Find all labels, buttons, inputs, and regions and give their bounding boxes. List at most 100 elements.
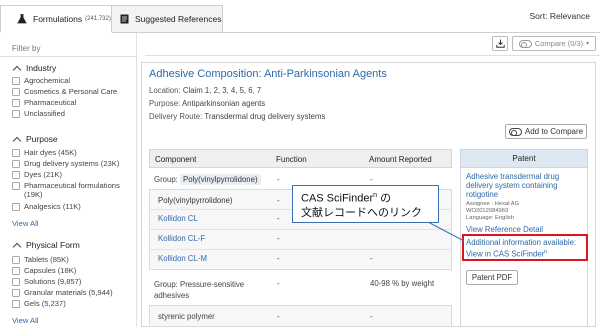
section-physical-form[interactable]: Physical Form [12, 240, 80, 251]
group-amount: 40-98 % by weight [370, 279, 435, 288]
checkbox[interactable] [12, 76, 20, 85]
component-function: - [277, 196, 280, 205]
add-to-compare-button[interactable]: Add to Compare [505, 124, 587, 139]
filter-option[interactable]: Hair dyes (45K) [12, 148, 136, 157]
checkbox[interactable] [12, 255, 20, 264]
tab-suggested-references[interactable]: Suggested References [112, 5, 223, 33]
view-all-purpose-link[interactable]: View All [12, 219, 38, 228]
chevron-up-icon [12, 65, 22, 74]
column-component: Component [155, 155, 197, 164]
checkbox[interactable] [12, 170, 20, 179]
chevron-up-icon [12, 136, 22, 145]
download-icon [495, 39, 505, 48]
filter-option[interactable]: Pharmaceutical formulations (19K) [12, 181, 136, 199]
component-table-header: Component Function Amount Reported [149, 149, 452, 168]
component-link[interactable]: Kollidon CL-M [158, 254, 207, 263]
purpose-line: Purpose: Antiparkinsonian agents [149, 99, 265, 108]
group-label: Group: [154, 175, 178, 184]
delivery-label: Delivery Route: [149, 112, 203, 121]
component-function: - [277, 214, 280, 223]
section-industry[interactable]: Industry [12, 63, 57, 74]
checkbox[interactable] [12, 109, 20, 118]
filter-option[interactable]: Agrochemical [12, 76, 136, 85]
filter-option[interactable]: Granular materials (5,944) [12, 288, 136, 297]
purpose-value: Antiparkinsonian agents [181, 99, 266, 108]
column-function: Function [276, 155, 307, 164]
group-row-label: Group: Pressure-sensitive adhesives [154, 280, 245, 300]
component-function: - [277, 234, 280, 243]
group-function: - [277, 175, 280, 184]
component-link[interactable]: Kollidon CL [158, 214, 198, 223]
superscript-n: n [544, 249, 548, 255]
patent-title-link[interactable]: Adhesive transdermal drug delivery syste… [466, 172, 584, 199]
filter-option-label: Agrochemical [24, 76, 71, 85]
patent-header: Patent [460, 149, 588, 168]
component-link[interactable]: Kollidon CL-F [158, 234, 205, 243]
patent-pdf-button[interactable]: Patent PDF [466, 270, 518, 285]
additional-info-label: Additional information available: [466, 238, 577, 247]
compare-label: Compare (0/3) [534, 39, 584, 48]
location-value: Claim 1, 2, 3, 4, 5, 6, 7 [182, 86, 262, 95]
download-button[interactable] [492, 36, 508, 51]
section-purpose[interactable]: Purpose [12, 134, 58, 145]
purpose-label: Purpose: [149, 99, 181, 108]
view-in-scifinder-link[interactable]: View in CAS SciFindern [466, 249, 547, 259]
filter-option-label: Analgesics (11K) [24, 202, 81, 211]
callout-line-1: CAS SciFindern の [301, 189, 430, 206]
filter-option-label: Solutions (9,857) [24, 277, 82, 286]
checkbox[interactable] [12, 87, 20, 96]
filter-option[interactable]: Dyes (21K) [12, 170, 136, 179]
tab-suggested-references-label: Suggested References [135, 14, 222, 24]
checkbox[interactable] [12, 148, 20, 157]
filter-option[interactable]: Unclassified [12, 109, 136, 118]
filter-option[interactable]: Gels (5,237) [12, 299, 136, 308]
section-purpose-title: Purpose [26, 134, 58, 144]
checkbox[interactable] [12, 202, 20, 211]
filter-option[interactable]: Analgesics (11K) [12, 202, 136, 211]
component-amount: - [370, 254, 373, 263]
checkbox[interactable] [12, 288, 20, 297]
filter-option-label: Unclassified [24, 109, 65, 118]
filter-option-label: Pharmaceutical [24, 98, 77, 107]
filter-option[interactable]: Solutions (9,857) [12, 277, 136, 286]
checkbox[interactable] [12, 277, 20, 286]
checkbox[interactable] [12, 98, 20, 107]
checkbox[interactable] [12, 266, 20, 275]
filter-option[interactable]: Capsules (18K) [12, 266, 136, 275]
result-title-link[interactable]: Adhesive Composition: Anti-Parkinsonian … [149, 68, 387, 80]
component-name: Poly(vinylpyrrolidone) [158, 196, 233, 205]
sort-dropdown[interactable]: Sort: Relevance [530, 11, 590, 21]
chevron-up-icon [12, 242, 22, 251]
filter-option-label: Capsules (18K) [24, 266, 77, 275]
view-in-scifinder-label: View in CAS SciFinder [466, 249, 545, 259]
callout-text: CAS SciFinder [301, 192, 374, 205]
filter-option[interactable]: Drug delivery systems (23K) [12, 159, 136, 168]
delivery-line: Delivery Route: Transdermal drug deliver… [149, 112, 325, 121]
section-industry-title: Industry [26, 63, 57, 73]
filter-option-label: Hair dyes (45K) [24, 148, 77, 157]
divider [0, 56, 137, 57]
callout-line-2: 文献レコードへのリンク [301, 206, 422, 219]
document-icon [120, 14, 129, 24]
checkbox[interactable] [12, 159, 20, 168]
filter-option[interactable]: Tablets (85K) [12, 255, 136, 264]
group-row-label: Group: Poly(vinylpyrrolidone) [154, 174, 261, 185]
add-to-compare-label: Add to Compare [524, 127, 584, 136]
checkbox[interactable] [12, 181, 20, 190]
filter-option-label: Granular materials (5,944) [24, 288, 113, 297]
compare-button[interactable]: Compare (0/3) ▾ [512, 36, 596, 51]
filter-option-label: Tablets (85K) [24, 255, 69, 264]
tab-formulations-count: (241,732) [85, 16, 111, 22]
view-all-physical-form-link[interactable]: View All [12, 316, 38, 325]
divider [145, 55, 600, 56]
group-amount: - [370, 175, 373, 184]
checkbox[interactable] [12, 299, 20, 308]
filter-option[interactable]: Pharmaceutical [12, 98, 136, 107]
column-amount: Amount Reported [369, 155, 432, 164]
filter-option-label: Dyes (21K) [24, 170, 62, 179]
tab-formulations[interactable]: Formulations (241,732) [0, 5, 112, 33]
view-reference-detail-link[interactable]: View Reference Detail [466, 225, 543, 234]
filter-option[interactable]: Cosmetics & Personal Care [12, 87, 136, 96]
component-name: styrenic polymer [158, 312, 215, 321]
filter-option-label: Drug delivery systems (23K) [24, 159, 120, 168]
